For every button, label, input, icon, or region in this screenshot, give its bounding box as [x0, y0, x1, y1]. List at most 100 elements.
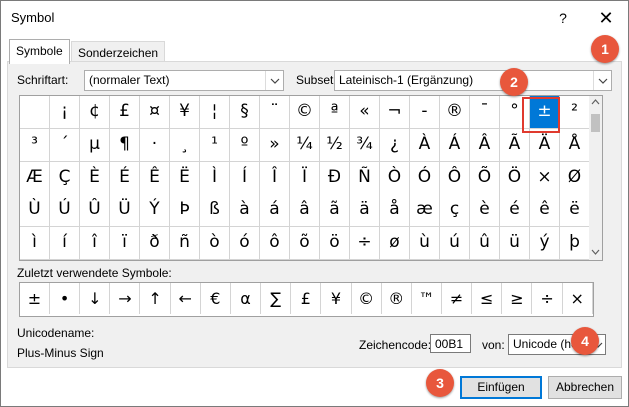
- symbol-cell[interactable]: ª: [320, 96, 350, 129]
- symbol-cell[interactable]: é: [500, 194, 530, 228]
- symbol-cell[interactable]: Ë: [170, 161, 200, 195]
- symbol-cell[interactable]: þ: [560, 227, 590, 261]
- symbol-cell[interactable]: ¼: [290, 128, 320, 162]
- symbol-cell[interactable]: Æ: [20, 161, 50, 195]
- cancel-button[interactable]: Abbrechen: [548, 376, 622, 399]
- symbol-cell[interactable]: Ü: [110, 194, 140, 228]
- insert-button[interactable]: Einfügen: [460, 376, 542, 399]
- symbol-cell[interactable]: ³: [20, 128, 50, 162]
- recent-symbol-cell[interactable]: ≤: [472, 283, 503, 314]
- symbol-cell[interactable]: õ: [290, 227, 320, 261]
- symbol-cell[interactable]: Ò: [380, 161, 410, 195]
- symbol-cell[interactable]: â: [290, 194, 320, 228]
- symbol-cell[interactable]: ·: [140, 128, 170, 162]
- recent-symbol-cell[interactable]: £: [291, 283, 322, 314]
- symbol-cell[interactable]: ð: [140, 227, 170, 261]
- symbol-cell[interactable]: ¶: [110, 128, 140, 162]
- symbol-cell[interactable]: è: [470, 194, 500, 228]
- symbol-cell[interactable]: Þ: [170, 194, 200, 228]
- symbol-cell[interactable]: -: [410, 96, 440, 129]
- symbol-cell[interactable]: ÷: [350, 227, 380, 261]
- symbol-cell[interactable]: ä: [350, 194, 380, 228]
- symbol-cell[interactable]: ¢: [80, 96, 110, 129]
- grid-scrollbar[interactable]: [589, 95, 603, 261]
- font-select[interactable]: (normaler Text): [84, 70, 284, 91]
- symbol-cell[interactable]: Ã: [500, 128, 530, 162]
- symbol-cell[interactable]: Ì: [200, 161, 230, 195]
- recent-symbol-cell[interactable]: ±: [20, 283, 50, 314]
- symbol-cell[interactable]: É: [110, 161, 140, 195]
- symbol-cell[interactable]: Ñ: [350, 161, 380, 195]
- symbol-cell[interactable]: ë: [560, 194, 590, 228]
- symbol-cell[interactable]: Â: [470, 128, 500, 162]
- symbol-cell[interactable]: ô: [260, 227, 290, 261]
- symbol-cell[interactable]: Ï: [290, 161, 320, 195]
- recent-symbol-cell[interactable]: ∑: [261, 283, 292, 314]
- symbol-cell[interactable]: Û: [80, 194, 110, 228]
- symbol-cell[interactable]: ¾: [350, 128, 380, 162]
- symbol-cell[interactable]: û: [470, 227, 500, 261]
- recent-symbol-cell[interactable]: ¥: [322, 283, 352, 314]
- symbol-cell[interactable]: »: [260, 128, 290, 162]
- symbol-cell[interactable]: ¹: [200, 128, 230, 162]
- symbol-cell[interactable]: ½: [320, 128, 350, 162]
- symbol-cell[interactable]: ©: [290, 96, 320, 129]
- symbol-cell[interactable]: ¤: [140, 96, 170, 129]
- symbol-cell[interactable]: Á: [440, 128, 470, 162]
- symbol-cell[interactable]: º: [230, 128, 260, 162]
- symbol-cell[interactable]: ®: [440, 96, 470, 129]
- symbol-cell[interactable]: «: [350, 96, 380, 129]
- symbol-cell[interactable]: à: [230, 194, 260, 228]
- recent-symbol-cell[interactable]: ÷: [533, 283, 563, 314]
- symbol-cell[interactable]: Ð: [320, 161, 350, 195]
- symbol-cell[interactable]: ù: [410, 227, 440, 261]
- symbol-cell[interactable]: È: [80, 161, 110, 195]
- symbol-cell[interactable]: í: [50, 227, 80, 261]
- recent-symbol-cell[interactable]: →: [110, 283, 141, 314]
- symbol-cell[interactable]: ö: [320, 227, 350, 261]
- symbol-cell[interactable]: ²: [560, 96, 590, 129]
- char-code-input[interactable]: 00B1: [430, 334, 471, 353]
- scroll-down-icon[interactable]: [591, 249, 600, 255]
- symbol-cell[interactable]: Å: [560, 128, 590, 162]
- recent-symbol-cell[interactable]: ™: [412, 283, 442, 314]
- symbol-cell[interactable]: ê: [530, 194, 560, 228]
- symbol-cell[interactable]: Ù: [20, 194, 50, 228]
- symbol-cell[interactable]: ¥: [170, 96, 200, 129]
- close-button[interactable]: ✕: [594, 7, 618, 29]
- recent-symbol-cell[interactable]: ↑: [141, 283, 171, 314]
- recent-symbol-cell[interactable]: ©: [352, 283, 382, 314]
- symbol-cell[interactable]: Ô: [440, 161, 470, 195]
- symbol-cell[interactable]: á: [260, 194, 290, 228]
- symbol-cell[interactable]: Î: [260, 161, 290, 195]
- symbol-cell[interactable]: µ: [80, 128, 110, 162]
- tab-symbole[interactable]: Symbole: [9, 39, 70, 64]
- symbol-cell[interactable]: å: [380, 194, 410, 228]
- symbol-cell[interactable]: æ: [410, 194, 440, 228]
- symbol-cell[interactable]: ç: [440, 194, 470, 228]
- scroll-up-icon[interactable]: [591, 99, 600, 105]
- symbol-cell[interactable]: ¨: [260, 96, 290, 129]
- recent-symbol-cell[interactable]: •: [50, 283, 81, 314]
- symbol-cell[interactable]: ý: [530, 227, 560, 261]
- symbol-cell[interactable]: ¡: [50, 96, 80, 129]
- symbol-cell[interactable]: Ö: [500, 161, 530, 195]
- symbol-cell[interactable]: Ê: [140, 161, 170, 195]
- symbol-cell[interactable]: ú: [440, 227, 470, 261]
- symbol-cell[interactable]: ×: [530, 161, 560, 195]
- symbol-cell[interactable]: ¯: [470, 96, 500, 129]
- symbol-cell[interactable]: [20, 96, 50, 129]
- symbol-cell[interactable]: ñ: [170, 227, 200, 261]
- symbol-cell[interactable]: Ä: [530, 128, 560, 162]
- symbol-cell[interactable]: Í: [230, 161, 260, 195]
- recent-symbol-cell[interactable]: ←: [171, 283, 201, 314]
- recent-symbol-cell[interactable]: α: [231, 283, 262, 314]
- symbol-cell[interactable]: Ç: [50, 161, 80, 195]
- symbol-cell[interactable]: î: [80, 227, 110, 261]
- symbol-cell[interactable]: ´: [50, 128, 80, 162]
- symbol-cell[interactable]: Ú: [50, 194, 80, 228]
- symbol-cell[interactable]: ï: [110, 227, 140, 261]
- recent-symbol-cell[interactable]: ®: [382, 283, 412, 314]
- help-button[interactable]: ?: [551, 7, 575, 29]
- recent-symbol-cell[interactable]: ≠: [442, 283, 473, 314]
